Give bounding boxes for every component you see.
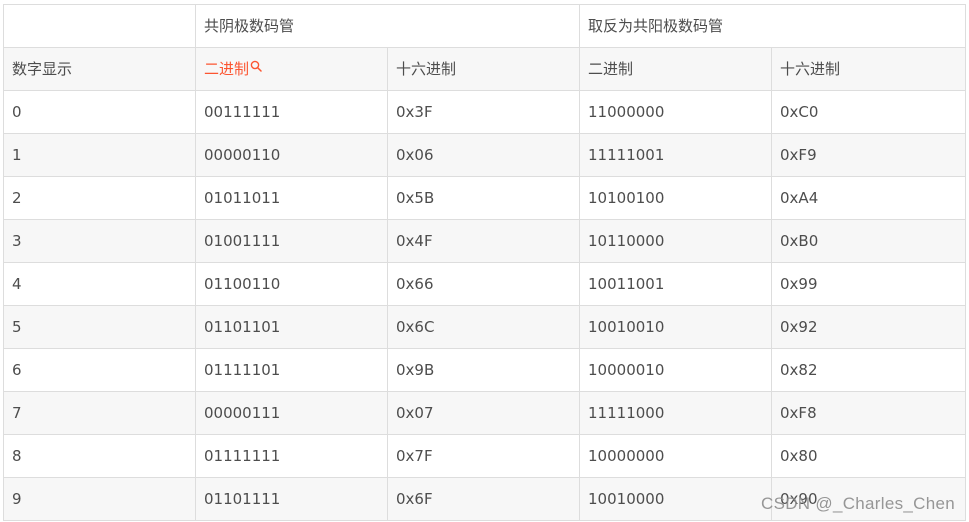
cell-anode-binary: 10011001 — [579, 262, 773, 306]
cell-anode-hex: 0x92 — [771, 305, 967, 349]
cell-anode-binary: 10110000 — [579, 219, 773, 263]
cell-cathode-binary: 00000110 — [195, 133, 388, 177]
subheader-binary-keyword[interactable]: 二进制 — [195, 47, 388, 91]
cell-anode-binary: 11111000 — [579, 391, 773, 435]
subheader-hex: 十六进制 — [386, 47, 581, 91]
cell-cathode-binary: 00000111 — [195, 391, 388, 435]
cell-digit: 1 — [3, 133, 196, 177]
cell-cathode-hex: 0x9B — [386, 348, 581, 392]
table-row: 5 01101101 0x6C 10010010 0x92 — [3, 305, 967, 349]
table-row: 7 00000111 0x07 11111000 0xF8 — [3, 391, 967, 435]
subheader-digit: 数字显示 — [3, 47, 196, 91]
cell-cathode-binary: 01111101 — [195, 348, 388, 392]
segment-display-table: 共阴极数码管 取反为共阳极数码管 数字显示 二进制 十六进制 二进制 十六进制 … — [3, 4, 967, 521]
cell-digit: 0 — [3, 90, 196, 134]
cell-cathode-hex: 0x5B — [386, 176, 581, 220]
cell-digit: 3 — [3, 219, 196, 263]
cell-anode-hex: 0xC0 — [771, 90, 967, 134]
cell-anode-hex: 0xF9 — [771, 133, 967, 177]
table-subheader-row: 数字显示 二进制 十六进制 二进制 十六进制 — [3, 47, 967, 91]
cell-cathode-hex: 0x3F — [386, 90, 581, 134]
table-row: 0 00111111 0x3F 11000000 0xC0 — [3, 90, 967, 134]
cell-anode-binary: 11000000 — [579, 90, 773, 134]
cell-cathode-binary: 01101111 — [195, 477, 388, 521]
cell-anode-hex: 0x82 — [771, 348, 967, 392]
cell-anode-binary: 10010000 — [579, 477, 773, 521]
cell-anode-hex: 0x99 — [771, 262, 967, 306]
table-row: 6 01111101 0x9B 10000010 0x82 — [3, 348, 967, 392]
table-header-row: 共阴极数码管 取反为共阳极数码管 — [3, 4, 967, 48]
cell-digit: 8 — [3, 434, 196, 478]
subheader-hex-2: 十六进制 — [771, 47, 967, 91]
cell-cathode-binary: 01101101 — [195, 305, 388, 349]
cell-anode-hex: 0x80 — [771, 434, 967, 478]
cell-anode-hex: 0xF8 — [771, 391, 967, 435]
cell-anode-hex: 0xB0 — [771, 219, 967, 263]
cell-cathode-hex: 0x7F — [386, 434, 581, 478]
cell-cathode-hex: 0x06 — [386, 133, 581, 177]
cell-cathode-hex: 0x6C — [386, 305, 581, 349]
cell-cathode-hex: 0x07 — [386, 391, 581, 435]
cell-cathode-binary: 01011011 — [195, 176, 388, 220]
cell-digit: 5 — [3, 305, 196, 349]
cell-cathode-hex: 0x6F — [386, 477, 581, 521]
cell-cathode-hex: 0x4F — [386, 219, 581, 263]
cell-cathode-binary: 00111111 — [195, 90, 388, 134]
table-row: 8 01111111 0x7F 10000000 0x80 — [3, 434, 967, 478]
table-row: 1 00000110 0x06 11111001 0xF9 — [3, 133, 967, 177]
subheader-binary: 二进制 — [579, 47, 773, 91]
keyword-label: 二进制 — [204, 60, 250, 78]
page: 共阴极数码管 取反为共阳极数码管 数字显示 二进制 十六进制 二进制 十六进制 … — [0, 0, 969, 522]
keyword-link-binary[interactable]: 二进制 — [204, 60, 262, 78]
header-common-anode: 取反为共阳极数码管 — [579, 4, 967, 48]
table-row: 4 01100110 0x66 10011001 0x99 — [3, 262, 967, 306]
header-empty-cell — [3, 4, 196, 48]
cell-digit: 4 — [3, 262, 196, 306]
cell-anode-binary: 11111001 — [579, 133, 773, 177]
cell-anode-binary: 10000010 — [579, 348, 773, 392]
watermark: CSDN @_Charles_Chen — [761, 494, 955, 513]
cell-anode-binary: 10100100 — [579, 176, 773, 220]
cell-anode-binary: 10010010 — [579, 305, 773, 349]
search-icon — [250, 60, 262, 72]
header-common-cathode: 共阴极数码管 — [194, 4, 581, 48]
cell-anode-binary: 10000000 — [579, 434, 773, 478]
table-row: 2 01011011 0x5B 10100100 0xA4 — [3, 176, 967, 220]
cell-digit: 2 — [3, 176, 196, 220]
cell-cathode-binary: 01111111 — [195, 434, 388, 478]
cell-cathode-binary: 01001111 — [195, 219, 388, 263]
cell-cathode-binary: 01100110 — [195, 262, 388, 306]
cell-cathode-hex: 0x66 — [386, 262, 581, 306]
cell-anode-hex: 0xA4 — [771, 176, 967, 220]
table-row: 3 01001111 0x4F 10110000 0xB0 — [3, 219, 967, 263]
table-body: 0 00111111 0x3F 11000000 0xC0 1 00000110 0x06 11… — [3, 90, 967, 521]
cell-digit: 6 — [3, 348, 196, 392]
cell-digit: 7 — [3, 391, 196, 435]
cell-digit: 9 — [3, 477, 196, 521]
